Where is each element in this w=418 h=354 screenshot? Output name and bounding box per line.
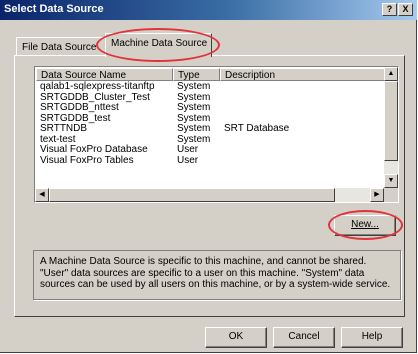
ok-button[interactable]: OK (205, 327, 267, 348)
table-row[interactable]: SRTGDDB_test System (36, 113, 384, 125)
table-row[interactable]: Visual FoxPro Database User (36, 144, 384, 156)
cell-type: System (177, 123, 211, 134)
title-help-button[interactable]: ? (382, 3, 397, 16)
cell-name: Visual FoxPro Tables (40, 154, 134, 166)
horizontal-scrollbar[interactable] (35, 188, 384, 202)
cell-name: SRTTNDB (40, 123, 88, 134)
vertical-scroll-thumb[interactable] (384, 81, 398, 161)
data-source-list[interactable]: Data Source Name Type Description qalab1… (34, 66, 399, 203)
help-button[interactable]: Help (341, 327, 403, 348)
scroll-down-arrow-icon[interactable]: ▼ (384, 174, 398, 188)
cell-type: System (177, 102, 211, 113)
tab-machine-data-source[interactable]: Machine Data Source (105, 33, 212, 57)
cell-type: System (177, 81, 211, 92)
scrollbar-corner (384, 188, 398, 202)
window-title: Select Data Source (4, 3, 104, 15)
cell-type: User (177, 144, 199, 155)
list-rows: qalab1-sqlexpress-titanftp System SRTGDD… (36, 81, 384, 167)
list-header: Data Source Name Type Description (36, 68, 385, 81)
table-row[interactable]: Visual FoxPro Tables User (36, 154, 384, 167)
table-row[interactable]: SRTGDDB_nttest System (36, 102, 384, 114)
scroll-left-arrow-icon[interactable]: ◀ (35, 188, 49, 202)
table-row[interactable]: qalab1-sqlexpress-titanftp System (36, 81, 384, 93)
tab-file-data-source[interactable]: File Data Source (16, 37, 110, 56)
title-close-button[interactable]: X (398, 3, 413, 16)
table-row[interactable]: SRTTNDB System SRT Database (36, 123, 384, 135)
scroll-up-arrow-icon[interactable]: ▲ (384, 67, 398, 81)
cell-type: User (177, 154, 199, 166)
vertical-scrollbar[interactable] (384, 67, 398, 188)
new-button[interactable]: New... (334, 215, 396, 236)
scroll-right-arrow-icon[interactable]: ▶ (370, 188, 384, 202)
cell-name: Visual FoxPro Database (40, 144, 148, 155)
cell-name: SRTGDDB_nttest (40, 102, 119, 113)
horizontal-scroll-thumb[interactable] (49, 188, 335, 202)
column-header-type[interactable]: Type (173, 68, 220, 81)
cancel-button[interactable]: Cancel (273, 327, 335, 348)
cell-name: qalab1-sqlexpress-titanftp (40, 81, 155, 92)
cell-description: SRT Database (224, 123, 290, 134)
column-header-name[interactable]: Data Source Name (36, 68, 173, 81)
machine-data-source-info: A Machine Data Source is specific to thi… (33, 250, 401, 300)
title-bar: Select Data Source ? X (0, 0, 417, 20)
select-data-source-dialog: Select Data Source ? X File Data Source … (0, 0, 417, 353)
column-header-description[interactable]: Description (220, 68, 385, 81)
